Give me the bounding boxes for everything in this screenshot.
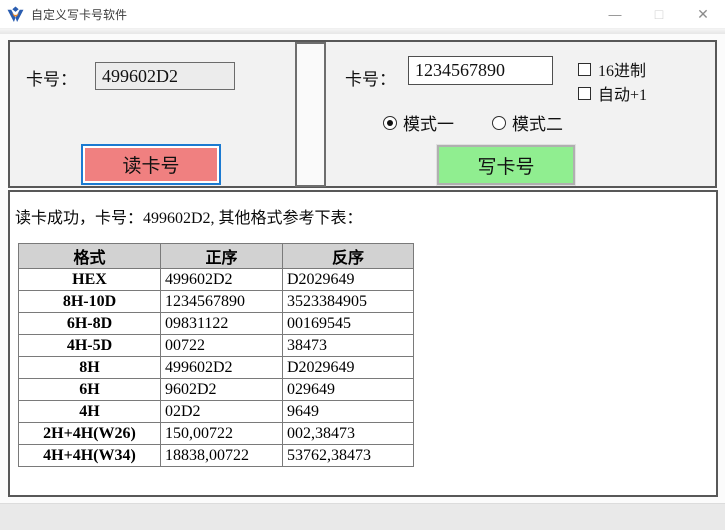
cell-forward: 150,00722 <box>161 423 283 445</box>
cell-reverse: 002,38473 <box>283 423 414 445</box>
result-panel: 读卡成功，卡号：499602D2, 其他格式参考下表： 格式 正序 反序 HEX… <box>8 190 718 497</box>
cell-reverse: 00169545 <box>283 313 414 335</box>
status-strip <box>0 503 725 530</box>
cell-forward: 00722 <box>161 335 283 357</box>
read-card-number-field[interactable] <box>95 62 235 90</box>
write-card-button[interactable]: 写卡号 <box>437 145 575 185</box>
table-row: 8H 499602D2 D2029649 <box>19 357 414 379</box>
read-card-button[interactable]: 读卡号 <box>81 144 221 185</box>
title-bar: 自定义写卡号软件 — □ ✕ <box>0 0 725 28</box>
cell-reverse: D2029649 <box>283 269 414 291</box>
mode-two-radio-circle[interactable] <box>492 116 506 130</box>
cell-reverse: 029649 <box>283 379 414 401</box>
cell-forward: 09831122 <box>161 313 283 335</box>
cell-forward: 02D2 <box>161 401 283 423</box>
mode-one-radio-label: 模式一 <box>403 110 454 135</box>
cell-format: 6H <box>19 379 161 401</box>
read-status-text: 读卡成功，卡号：499602D2, 其他格式参考下表： <box>15 204 363 228</box>
cell-forward: 18838,00722 <box>161 445 283 467</box>
card-io-panel: 卡号： 读卡号 卡号： 16进制 自动+1 模式一 模式二 写卡号 <box>8 40 717 188</box>
cell-reverse: 38473 <box>283 335 414 357</box>
table-row: 2H+4H(W26) 150,00722 002,38473 <box>19 423 414 445</box>
format-table-header-row: 格式 正序 反序 <box>19 244 414 269</box>
mode-two-radio[interactable]: 模式二 <box>492 110 563 135</box>
read-card-label: 卡号： <box>26 65 77 90</box>
cell-format: 4H <box>19 401 161 423</box>
panel-divider-box <box>295 42 326 187</box>
window-controls: — □ ✕ <box>593 0 725 28</box>
cell-format: 4H+4H(W34) <box>19 445 161 467</box>
hex-checkbox-box[interactable] <box>578 63 591 76</box>
mode-one-radio[interactable]: 模式一 <box>383 110 454 135</box>
read-card-button-label: 读卡号 <box>122 151 179 178</box>
cell-reverse: 53762,38473 <box>283 445 414 467</box>
hex-checkbox-label: 16进制 <box>598 57 646 81</box>
write-card-label: 卡号： <box>345 65 396 90</box>
header-format: 格式 <box>19 244 161 269</box>
app-logo-icon <box>7 6 24 23</box>
cell-forward: 499602D2 <box>161 269 283 291</box>
cell-format: 6H-8D <box>19 313 161 335</box>
titlebar-divider-strip <box>0 28 725 34</box>
cell-reverse: D2029649 <box>283 357 414 379</box>
cell-format: HEX <box>19 269 161 291</box>
header-forward: 正序 <box>161 244 283 269</box>
cell-forward: 499602D2 <box>161 357 283 379</box>
table-row: 8H-10D 1234567890 3523384905 <box>19 291 414 313</box>
table-row: 4H+4H(W34) 18838,00722 53762,38473 <box>19 445 414 467</box>
write-card-button-label: 写卡号 <box>477 152 534 179</box>
table-row: 4H 02D2 9649 <box>19 401 414 423</box>
cell-format: 4H-5D <box>19 335 161 357</box>
auto-increment-checkbox[interactable]: 自动+1 <box>578 81 647 105</box>
cell-format: 8H-10D <box>19 291 161 313</box>
write-card-number-field[interactable] <box>408 56 553 85</box>
cell-format: 8H <box>19 357 161 379</box>
table-row: HEX 499602D2 D2029649 <box>19 269 414 291</box>
table-row: 4H-5D 00722 38473 <box>19 335 414 357</box>
minimize-button[interactable]: — <box>593 0 637 28</box>
mode-one-radio-circle[interactable] <box>383 116 397 130</box>
cell-forward: 1234567890 <box>161 291 283 313</box>
cell-reverse: 3523384905 <box>283 291 414 313</box>
format-table: 格式 正序 反序 HEX 499602D2 D2029649 8H-10D 12… <box>18 243 414 467</box>
cell-format: 2H+4H(W26) <box>19 423 161 445</box>
table-row: 6H 9602D2 029649 <box>19 379 414 401</box>
cell-forward: 9602D2 <box>161 379 283 401</box>
cell-reverse: 9649 <box>283 401 414 423</box>
hex-checkbox[interactable]: 16进制 <box>578 57 646 81</box>
auto-increment-checkbox-box[interactable] <box>578 87 591 100</box>
window-title: 自定义写卡号软件 <box>31 6 127 23</box>
table-row: 6H-8D 09831122 00169545 <box>19 313 414 335</box>
maximize-button[interactable]: □ <box>637 0 681 28</box>
header-reverse: 反序 <box>283 244 414 269</box>
mode-two-radio-label: 模式二 <box>512 110 563 135</box>
close-button[interactable]: ✕ <box>681 0 725 28</box>
auto-increment-checkbox-label: 自动+1 <box>598 81 647 105</box>
app-window: { "window": { "title": "自定义写卡号软件", "cont… <box>0 0 725 530</box>
